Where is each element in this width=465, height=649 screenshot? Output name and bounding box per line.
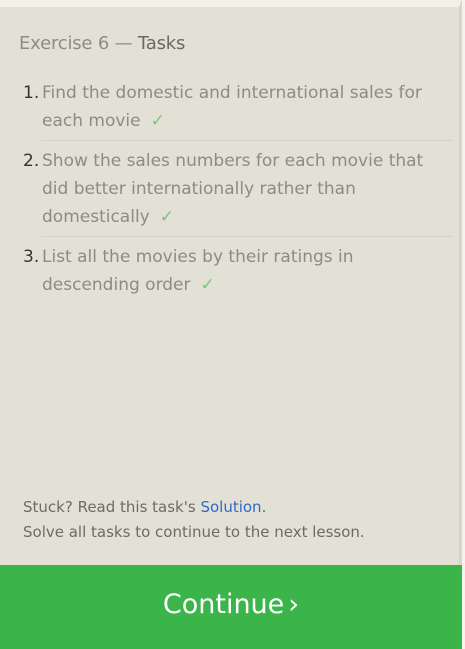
exercise-heading: Exercise 6 — Tasks	[19, 33, 185, 54]
task-panel: Exercise 6 — Tasks 1. Find the domestic …	[0, 0, 462, 649]
task-item-2: 2. Show the sales numbers for each movie…	[23, 147, 453, 237]
stuck-line: Stuck? Read this task's Solution.	[23, 495, 365, 520]
continue-button[interactable]: Continue ›	[0, 565, 462, 649]
task-text: Find the domestic and international sale…	[42, 83, 422, 131]
checkmark-icon: ✓	[150, 111, 165, 131]
task-number: 2.	[23, 151, 40, 171]
task-list: 1. Find the domestic and international s…	[23, 79, 453, 304]
exercise-label: Exercise 6	[19, 33, 110, 54]
stuck-prefix: Stuck? Read this task's	[23, 498, 201, 516]
continue-instruction: Solve all tasks to continue to the next …	[23, 523, 365, 541]
solution-link[interactable]: Solution	[200, 498, 261, 516]
task-text: Show the sales numbers for each movie th…	[42, 151, 424, 227]
checkmark-icon: ✓	[159, 207, 174, 227]
tasks-label: Tasks	[137, 33, 186, 54]
task-text-wrapper: List all the movies by their ratings in …	[42, 243, 453, 304]
heading-separator: —	[109, 33, 138, 54]
task-text: List all the movies by their ratings in …	[42, 247, 354, 295]
task-item-3: 3. List all the movies by their ratings …	[23, 243, 453, 304]
task-number: 3.	[23, 247, 40, 267]
chevron-right-icon: ›	[288, 589, 300, 620]
task-number: 1.	[23, 83, 40, 103]
task-item-1: 1. Find the domestic and international s…	[23, 79, 453, 141]
stuck-suffix: .	[261, 498, 267, 516]
task-text-wrapper: Show the sales numbers for each movie th…	[42, 147, 453, 237]
checkmark-icon: ✓	[200, 275, 215, 295]
continue-label: Continue	[162, 589, 285, 620]
task-text-wrapper: Find the domestic and international sale…	[42, 79, 453, 141]
help-text: Stuck? Read this task's Solution. Solve …	[23, 495, 365, 545]
